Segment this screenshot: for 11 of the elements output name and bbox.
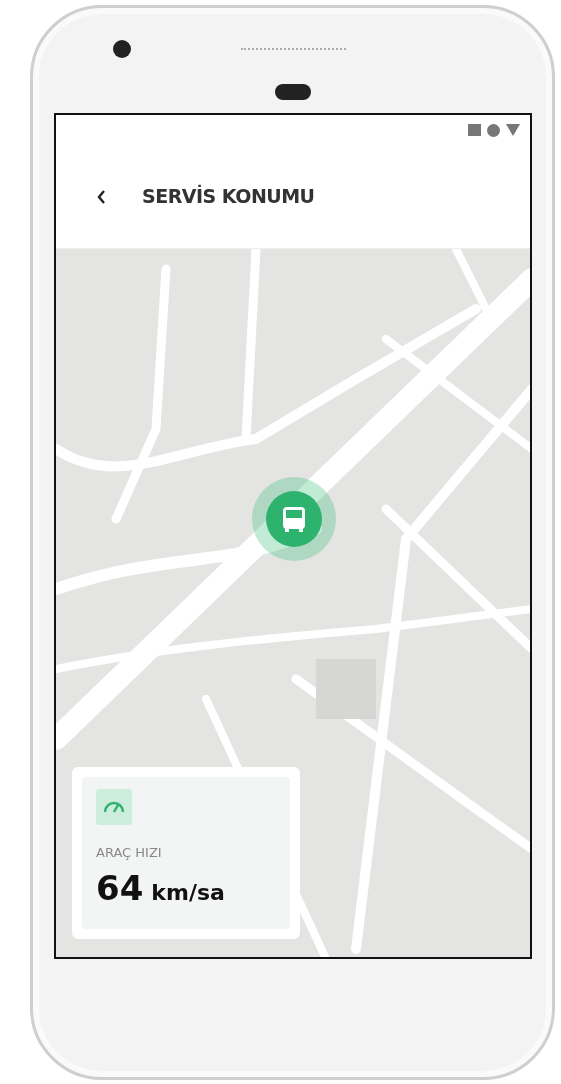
back-icon[interactable] <box>96 188 106 205</box>
speed-label: ARAÇ HIZI <box>96 844 163 862</box>
speedometer-icon <box>96 789 132 825</box>
speed-unit: km/sa <box>151 878 225 907</box>
square-icon <box>468 124 481 136</box>
page-title: SERVİS KONUMU <box>142 183 315 210</box>
camera-icon <box>113 40 131 58</box>
earpiece-icon <box>275 84 311 100</box>
circle-icon <box>487 123 500 137</box>
speed-value: 64 <box>96 870 144 905</box>
triangle-icon <box>506 124 520 136</box>
